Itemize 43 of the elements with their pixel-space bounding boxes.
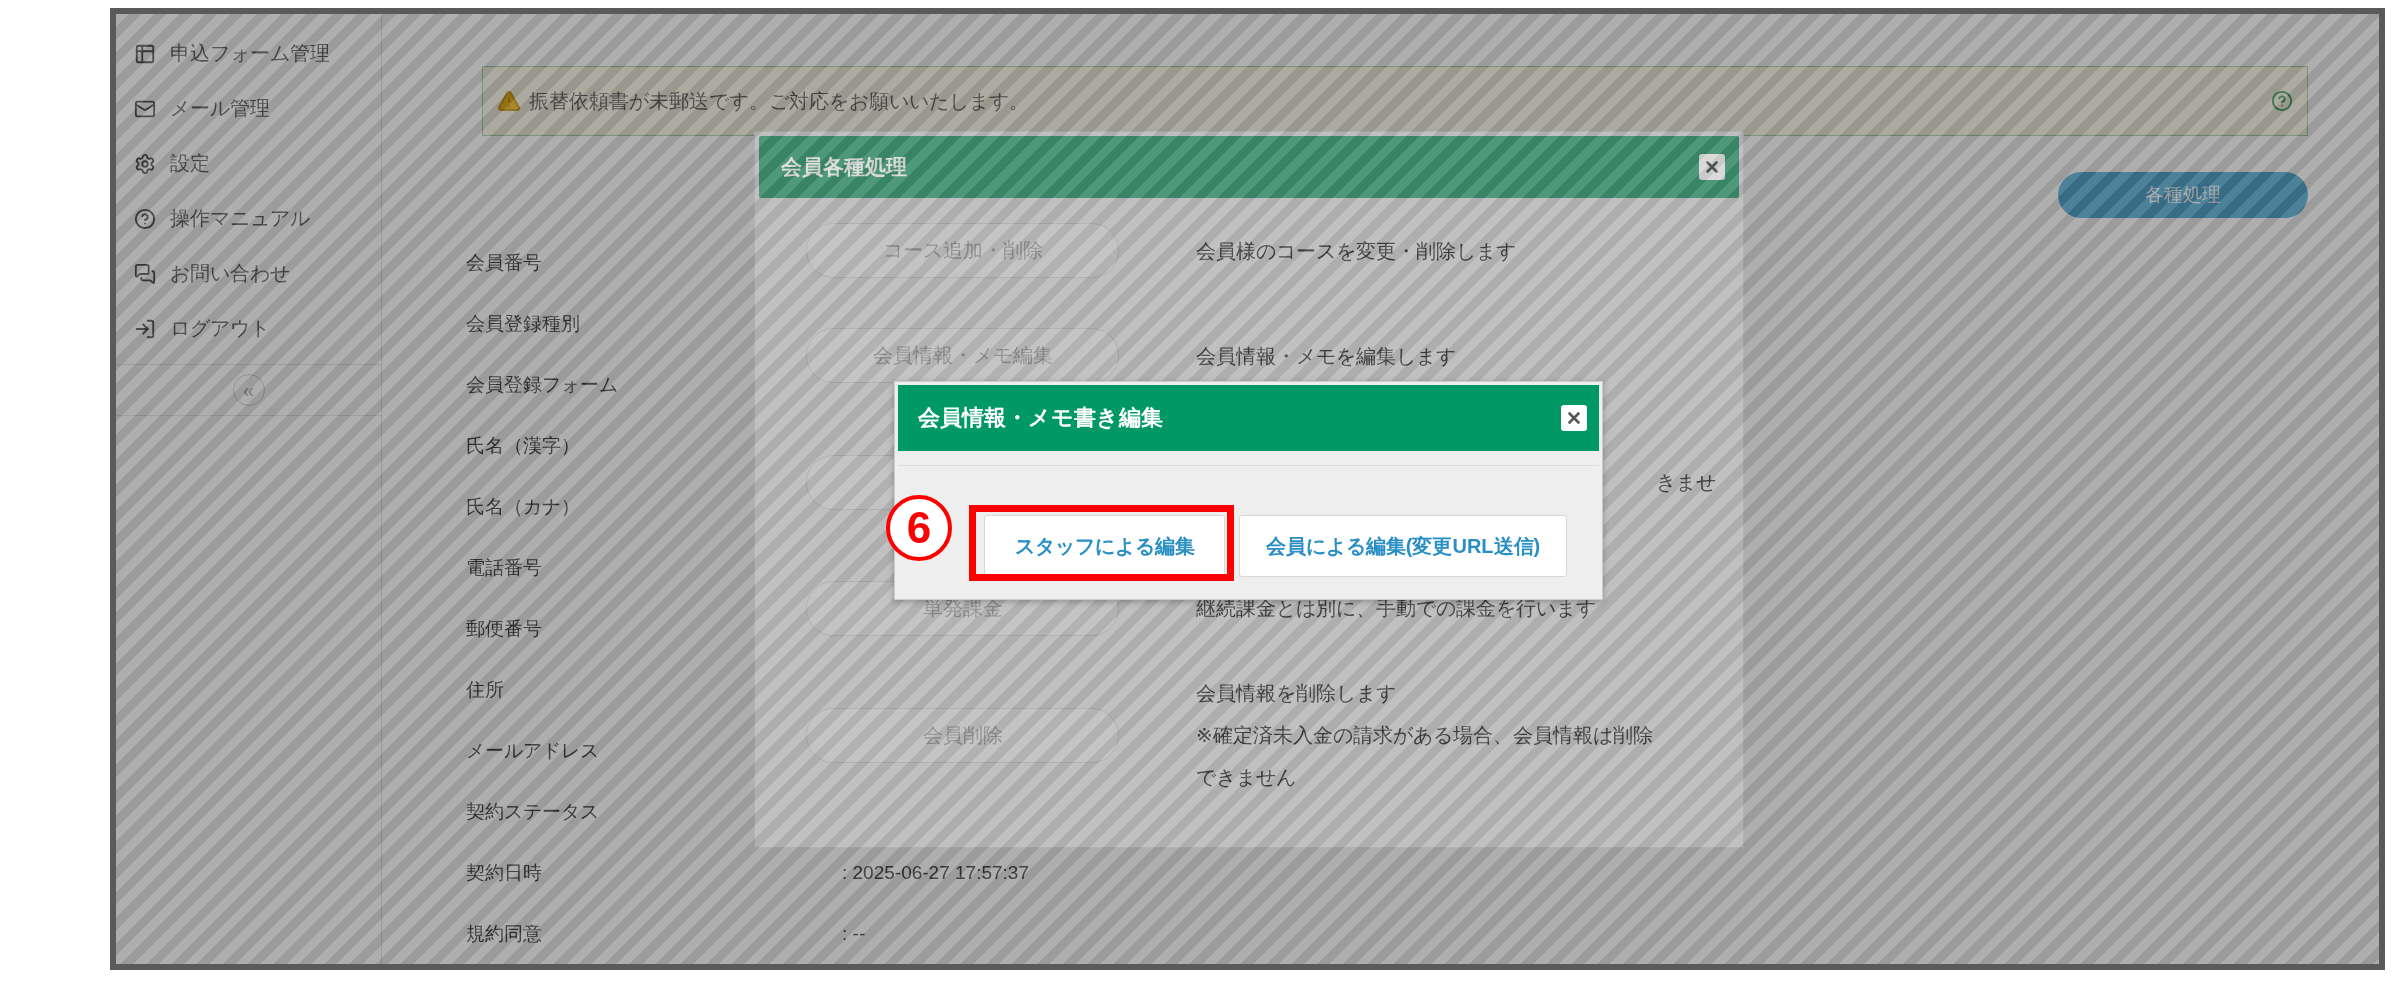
modal-title: 会員各種処理: [781, 154, 907, 180]
help-icon[interactable]: [2271, 90, 2293, 112]
field-label: 郵便番号: [466, 616, 543, 641]
close-icon[interactable]: [1561, 405, 1587, 431]
action-description: 会員様のコースを変更・削除します: [1196, 238, 1517, 264]
field-label: 会員登録種別: [466, 311, 581, 336]
warning-icon: [497, 89, 521, 113]
field-label: 氏名（漢字）: [466, 433, 581, 458]
dialog-title: 会員情報・メモ書き編集: [918, 404, 1163, 432]
field-value: : --: [842, 922, 867, 945]
action-description: 会員情報を削除します: [1196, 681, 1397, 706]
sidebar-label: 設定: [170, 151, 210, 176]
sidebar-label: 申込フォーム管理: [170, 41, 330, 66]
actions-button[interactable]: 各種処理: [2058, 172, 2308, 218]
sidebar-label: メール管理: [170, 96, 270, 121]
field-label: メールアドレス: [466, 738, 600, 763]
action-description: きませ: [1656, 470, 1717, 495]
field-label: 契約日時: [466, 860, 543, 885]
field-label: 会員番号: [466, 250, 543, 275]
field-value: : 2025-06-27 17:57:37: [842, 861, 1030, 884]
field-label: 規約同意: [466, 921, 543, 946]
alert-message: 振替依頼書が未郵送です。ご対応をお願いいたします。: [529, 88, 1030, 114]
edit-option-button[interactable]: スタッフによる編集: [984, 515, 1225, 577]
action-description: ※確定済未入金の請求がある場合、会員情報は削除: [1196, 723, 1654, 748]
field-label: 契約ステータス: [466, 799, 600, 824]
collapse-button[interactable]: «: [232, 374, 265, 406]
edit-option-button[interactable]: 会員による編集(変更URL送信): [1239, 515, 1567, 577]
sidebar-label: ログアウト: [170, 316, 270, 341]
field-label: 住所: [466, 677, 505, 702]
table-icon: [134, 42, 156, 65]
sidebar-label: お問い合わせ: [170, 261, 290, 286]
step-number: 6: [886, 495, 952, 561]
field-label: 会員登録フォーム: [466, 372, 619, 397]
action-description: できません: [1196, 765, 1297, 790]
help-icon: [134, 207, 156, 230]
logout-icon: [134, 317, 156, 340]
close-icon[interactable]: [1699, 154, 1725, 180]
chat-icon: [134, 262, 156, 285]
sidebar-label: 操作マニュアル: [170, 206, 310, 231]
field-label: 電話番号: [466, 555, 543, 580]
field-label: 氏名（カナ）: [466, 494, 581, 519]
settings-icon: [134, 152, 156, 175]
action-description: 会員情報・メモを編集します: [1196, 343, 1457, 369]
